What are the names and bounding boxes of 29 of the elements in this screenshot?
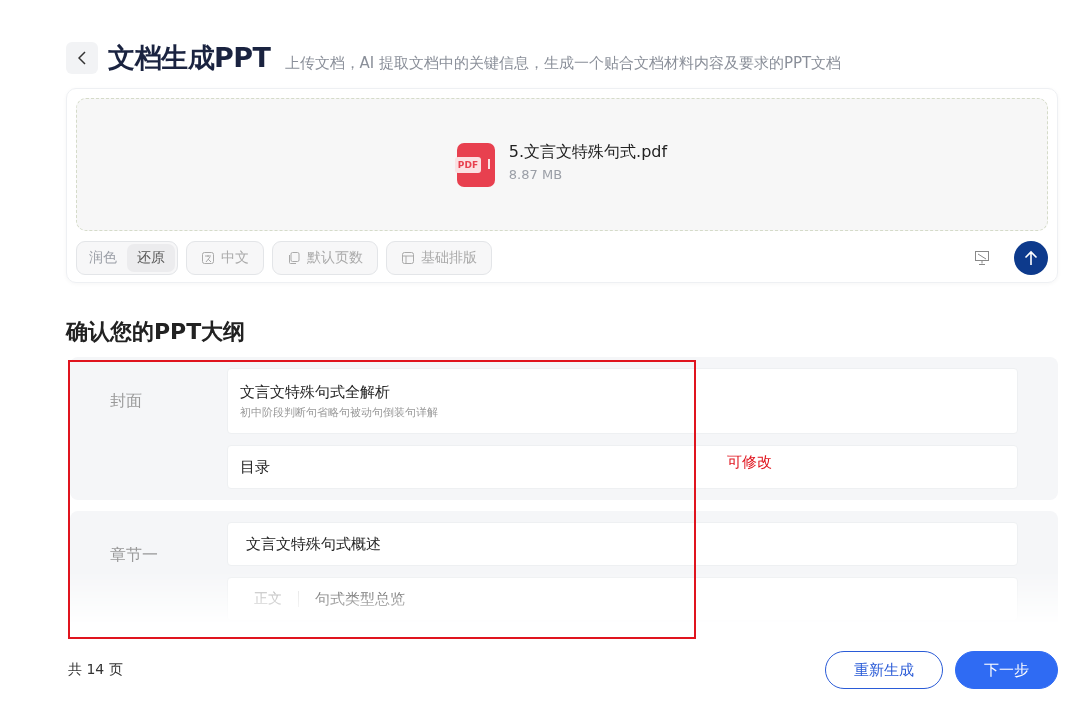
file-name: 5.文言文特殊句式.pdf: [508, 141, 668, 163]
page-title: 文档生成PPT: [108, 41, 271, 75]
section-label: 封面: [109, 390, 143, 412]
item-subtitle: 初中阶段判断句省略句被动句倒装句详解: [240, 404, 438, 420]
regenerate-button[interactable]: 重新生成: [825, 651, 943, 689]
next-button[interactable]: 下一步: [955, 651, 1058, 689]
translate-icon: [201, 251, 215, 265]
back-button[interactable]: [66, 42, 98, 74]
page-count: 共 14 页: [68, 661, 123, 679]
page-description: 上传文档，AI 提取文档中的关键信息，生成一个贴合文档材料内容及要求的PPT文档: [284, 53, 842, 73]
mode-option[interactable]: 还原: [127, 244, 175, 272]
file-size: 8.87 MB: [508, 166, 564, 182]
slide-icon[interactable]: [974, 250, 990, 266]
back-icon: [78, 51, 86, 65]
submit-button[interactable]: [1014, 241, 1048, 275]
pdf-file-icon: PDF: [456, 142, 495, 187]
annotation-text: 可修改: [727, 453, 772, 472]
section-heading: 确认您的PPT大纲: [66, 318, 247, 346]
section-label: 章节一: [109, 544, 159, 566]
arrow-up-icon: [1024, 250, 1038, 266]
item-text: 句式类型总览: [315, 589, 405, 609]
outline-item-field[interactable]: 文言文特殊句式全解析 初中阶段判断句省略句被动句倒装句详解: [227, 368, 1018, 434]
layout-icon: [401, 251, 415, 265]
mode-option[interactable]: 润色: [79, 244, 127, 272]
outline-item-field[interactable]: 文言文特殊句式概述: [227, 522, 1018, 566]
item-text: 目录: [240, 457, 270, 477]
pages-icon: [287, 251, 301, 265]
item-text: 文言文特殊句式概述: [246, 534, 381, 554]
item-title: 文言文特殊句式全解析: [240, 382, 390, 402]
